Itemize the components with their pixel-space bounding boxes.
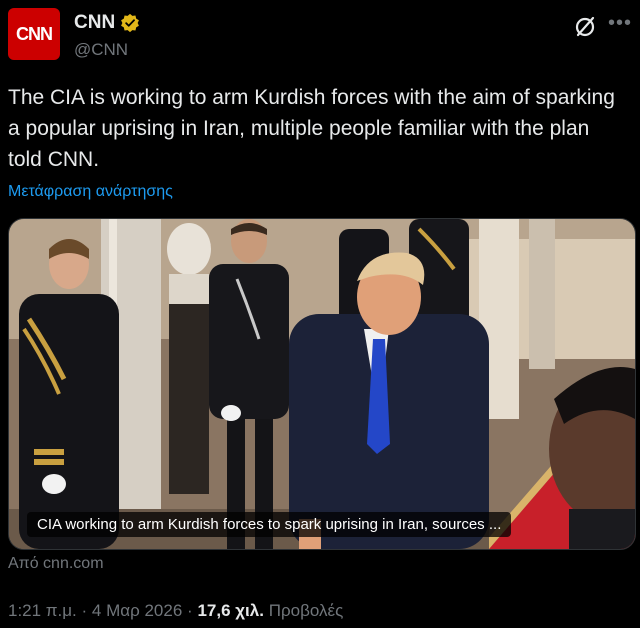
more-icon[interactable]: ••• xyxy=(608,12,632,35)
post-text: The CIA is working to arm Kurdish forces… xyxy=(8,86,615,171)
post-meta: 1:21 π.μ. · 4 Μαρ 2026 · 17,6 χιλ. Προβο… xyxy=(8,601,343,621)
translate-link[interactable]: Μετάφραση ανάρτησης xyxy=(8,183,173,201)
post-header: CNN CNN @CNN ••• xyxy=(8,8,632,64)
author-name-row[interactable]: CNN xyxy=(74,12,140,34)
author-handle[interactable]: @CNN xyxy=(74,40,128,60)
link-card-image[interactable]: CIA working to arm Kurdish forces to spa… xyxy=(8,218,636,550)
meta-separator: · xyxy=(81,601,88,620)
meta-separator-2: · xyxy=(187,601,193,620)
avatar[interactable]: CNN xyxy=(8,8,60,60)
author-name[interactable]: CNN xyxy=(74,12,115,34)
views-label: Προβολές xyxy=(268,601,344,620)
card-caption: CIA working to arm Kurdish forces to spa… xyxy=(27,512,512,537)
post-date[interactable]: 4 Μαρ 2026 xyxy=(92,601,182,620)
card-source[interactable]: Από cnn.com xyxy=(8,555,104,573)
grok-icon[interactable] xyxy=(572,14,598,40)
avatar-logo-text: CNN xyxy=(16,23,53,44)
news-photo xyxy=(9,219,635,549)
verified-badge-icon xyxy=(121,13,140,33)
post-time[interactable]: 1:21 π.μ. xyxy=(8,601,77,620)
views-count: 17,6 χιλ. xyxy=(197,601,264,620)
